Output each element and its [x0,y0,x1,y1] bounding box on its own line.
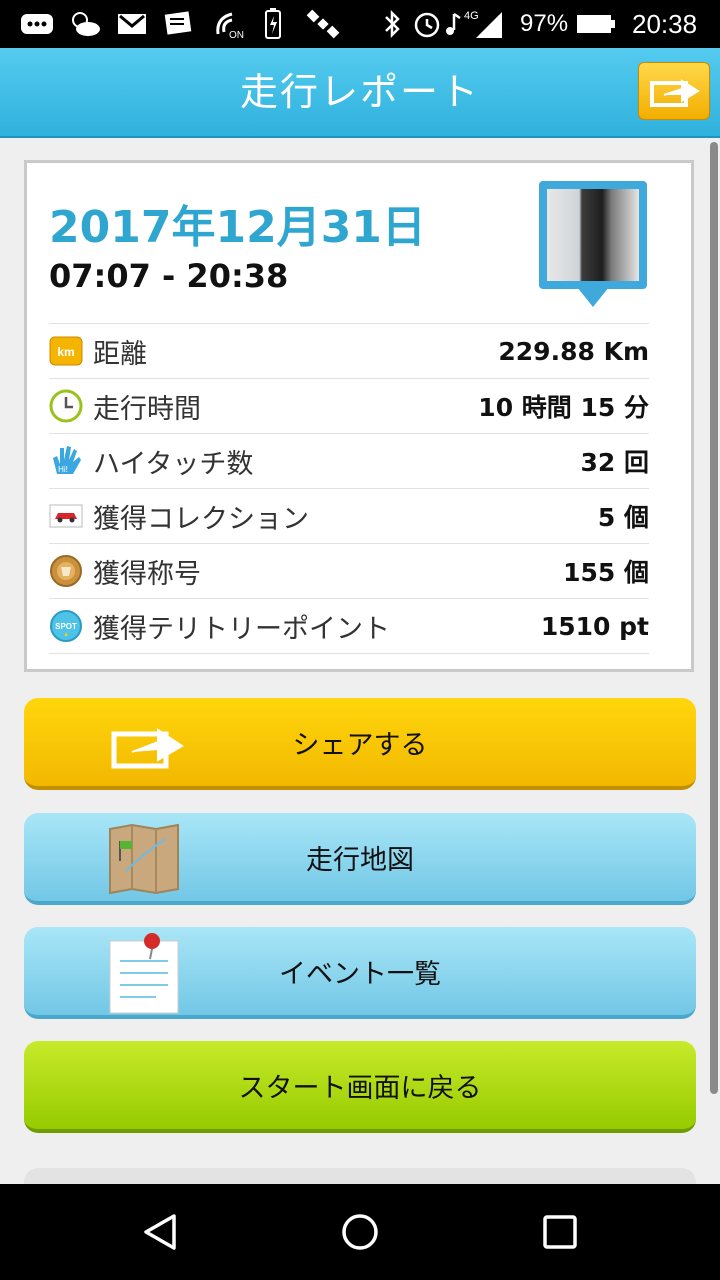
stat-label: 獲得テリトリーポイント [93,613,390,645]
alarm-icon [412,8,442,40]
share-label: シェアする [292,729,428,761]
stat-value: 229.88 Km [498,336,649,366]
stat-label: 獲得コレクション [93,503,309,535]
battery-percent: 97% [520,10,569,37]
share-icon [650,79,700,107]
news-icon [162,8,196,40]
back-nav-button[interactable] [136,1208,184,1256]
mail-icon [116,8,148,40]
nfc-on-icon: ON [212,8,246,40]
chat-notification-icon [20,8,54,40]
back-triangle-icon [144,1214,176,1250]
stat-value: 5 個 [597,503,649,532]
report-content[interactable]: 2017年12月31日 07:07 - 20:38 km 距離 229.88 K… [0,138,720,1184]
report-time-range: 07:07 - 20:38 [49,257,289,295]
report-date: 2017年12月31日 [49,202,426,253]
photo-image [547,189,639,281]
car-icon [49,499,83,533]
share-button[interactable]: シェアする [24,698,696,790]
hand-icon: Hi! [49,444,83,478]
bluetooth-icon [380,8,404,40]
spot-icon: SPOT [49,609,83,643]
page-title: 走行レポート [239,70,480,114]
navigation-bar [0,1184,720,1280]
stat-label: 獲得称号 [93,558,201,590]
stat-label: 走行時間 [93,393,201,425]
music-icon [444,8,462,40]
report-card: 2017年12月31日 07:07 - 20:38 km 距離 229.88 K… [24,160,694,672]
stat-value: 10 時間 15 分 [478,393,649,422]
satellite-icon [306,8,340,40]
km-icon: km [49,334,83,368]
stat-row-duration: 走行時間 10 時間 15 分 [49,378,649,433]
photo-thumbnail[interactable] [539,181,647,307]
svg-text:ON: ON [229,30,244,40]
svg-text:SPOT: SPOT [55,622,77,631]
stat-label: ハイタッチ数 [93,448,254,480]
svg-text:Hi!: Hi! [58,465,68,474]
header-share-button[interactable] [638,62,710,120]
app-header: 走行レポート [0,48,720,138]
medal-icon [49,554,83,588]
signal-4g-icon: 4G [464,8,504,40]
recents-nav-button[interactable] [536,1208,584,1256]
event-list-icon [104,931,184,1015]
events-button[interactable]: イベント一覧 [24,927,696,1019]
partial-button[interactable] [24,1168,696,1184]
clock-time: 20:38 [632,9,698,39]
back-to-start-button[interactable]: スタート画面に戻る [24,1041,696,1133]
home-circle-icon [342,1214,378,1250]
weather-icon [68,8,102,40]
scrollbar[interactable] [710,142,718,1094]
stat-value: 32 回 [580,448,650,477]
battery-icon [576,8,616,40]
stat-row-territory: SPOT 獲得テリトリーポイント 1510 pt [49,598,649,654]
map-label: 走行地図 [306,844,414,876]
stat-row-distance: km 距離 229.88 Km [49,323,649,378]
status-bar: ON 4G 97% 20:38 [0,0,720,48]
stat-label: 距離 [93,338,147,370]
share-icon [108,702,188,786]
stat-row-titles: 獲得称号 155 個 [49,543,649,598]
clock-icon [49,389,83,423]
stat-row-hightouch: Hi! ハイタッチ数 32 回 [49,433,649,488]
events-label: イベント一覧 [279,958,441,990]
battery-charging-icon [262,8,284,40]
network-type: 4G [464,10,479,22]
stat-value: 1510 pt [540,611,649,641]
stats-list: km 距離 229.88 Km 走行時間 10 時間 15 分 Hi! ハイタッ… [49,323,649,654]
map-button[interactable]: 走行地図 [24,813,696,905]
home-nav-button[interactable] [336,1208,384,1256]
stat-value: 155 個 [563,558,649,587]
stat-row-collection: 獲得コレクション 5 個 [49,488,649,543]
back-to-start-label: スタート画面に戻る [238,1072,482,1104]
recents-square-icon [543,1215,577,1249]
map-icon [104,817,184,901]
map-pin-tip [577,287,609,307]
svg-text:km: km [57,345,74,359]
